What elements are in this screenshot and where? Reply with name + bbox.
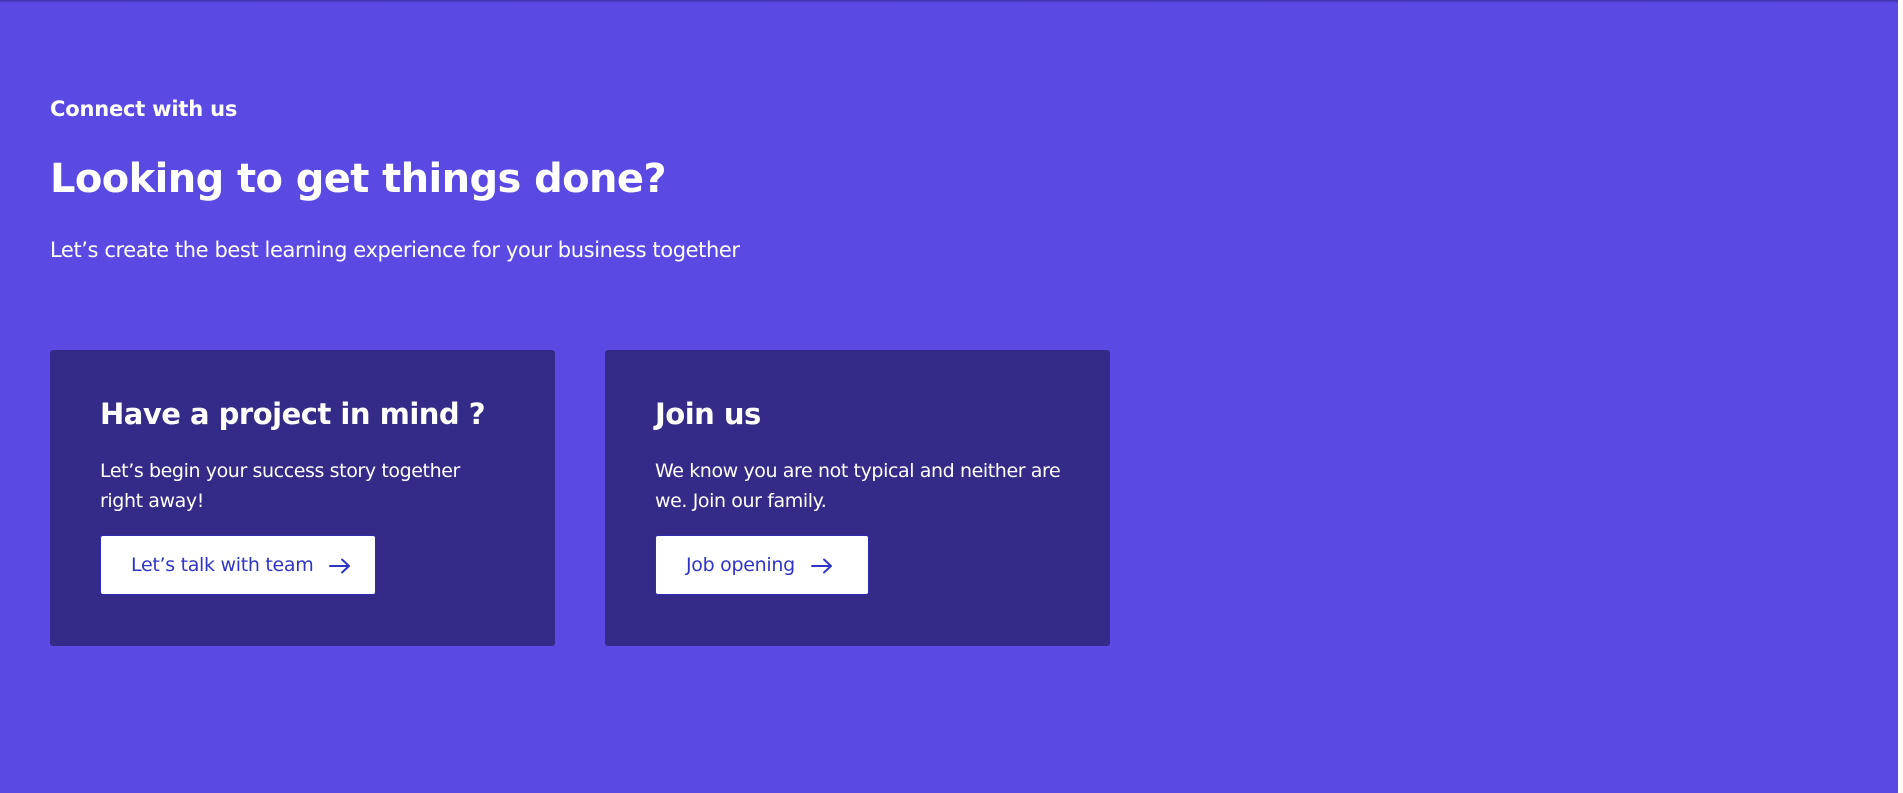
section-eyebrow: Connect with us bbox=[50, 97, 238, 121]
section-headline: Looking to get things done? bbox=[50, 156, 667, 202]
project-card-title: Have a project in mind ? bbox=[100, 397, 486, 431]
join-us-card: Join us We know you are not typical and … bbox=[605, 350, 1110, 646]
talk-with-team-button-label: Let’s talk with team bbox=[131, 554, 314, 576]
join-us-card-title: Join us bbox=[655, 397, 761, 431]
page-edge bbox=[1898, 0, 1903, 793]
arrow-right-icon bbox=[810, 557, 833, 574]
arrow-right-icon bbox=[329, 557, 351, 574]
header-shadow bbox=[0, 0, 1903, 3]
project-card-text: Let’s begin your success story together … bbox=[100, 460, 460, 512]
section-subheadline: Let’s create the best learning experienc… bbox=[50, 238, 740, 262]
talk-with-team-button[interactable]: Let’s talk with team bbox=[100, 535, 376, 595]
project-card: Have a project in mind ? Let’s begin you… bbox=[50, 350, 555, 646]
job-opening-button-label: Job opening bbox=[686, 554, 795, 576]
join-us-card-text: We know you are not typical and neither … bbox=[655, 460, 1061, 512]
job-opening-button[interactable]: Job opening bbox=[655, 535, 869, 595]
